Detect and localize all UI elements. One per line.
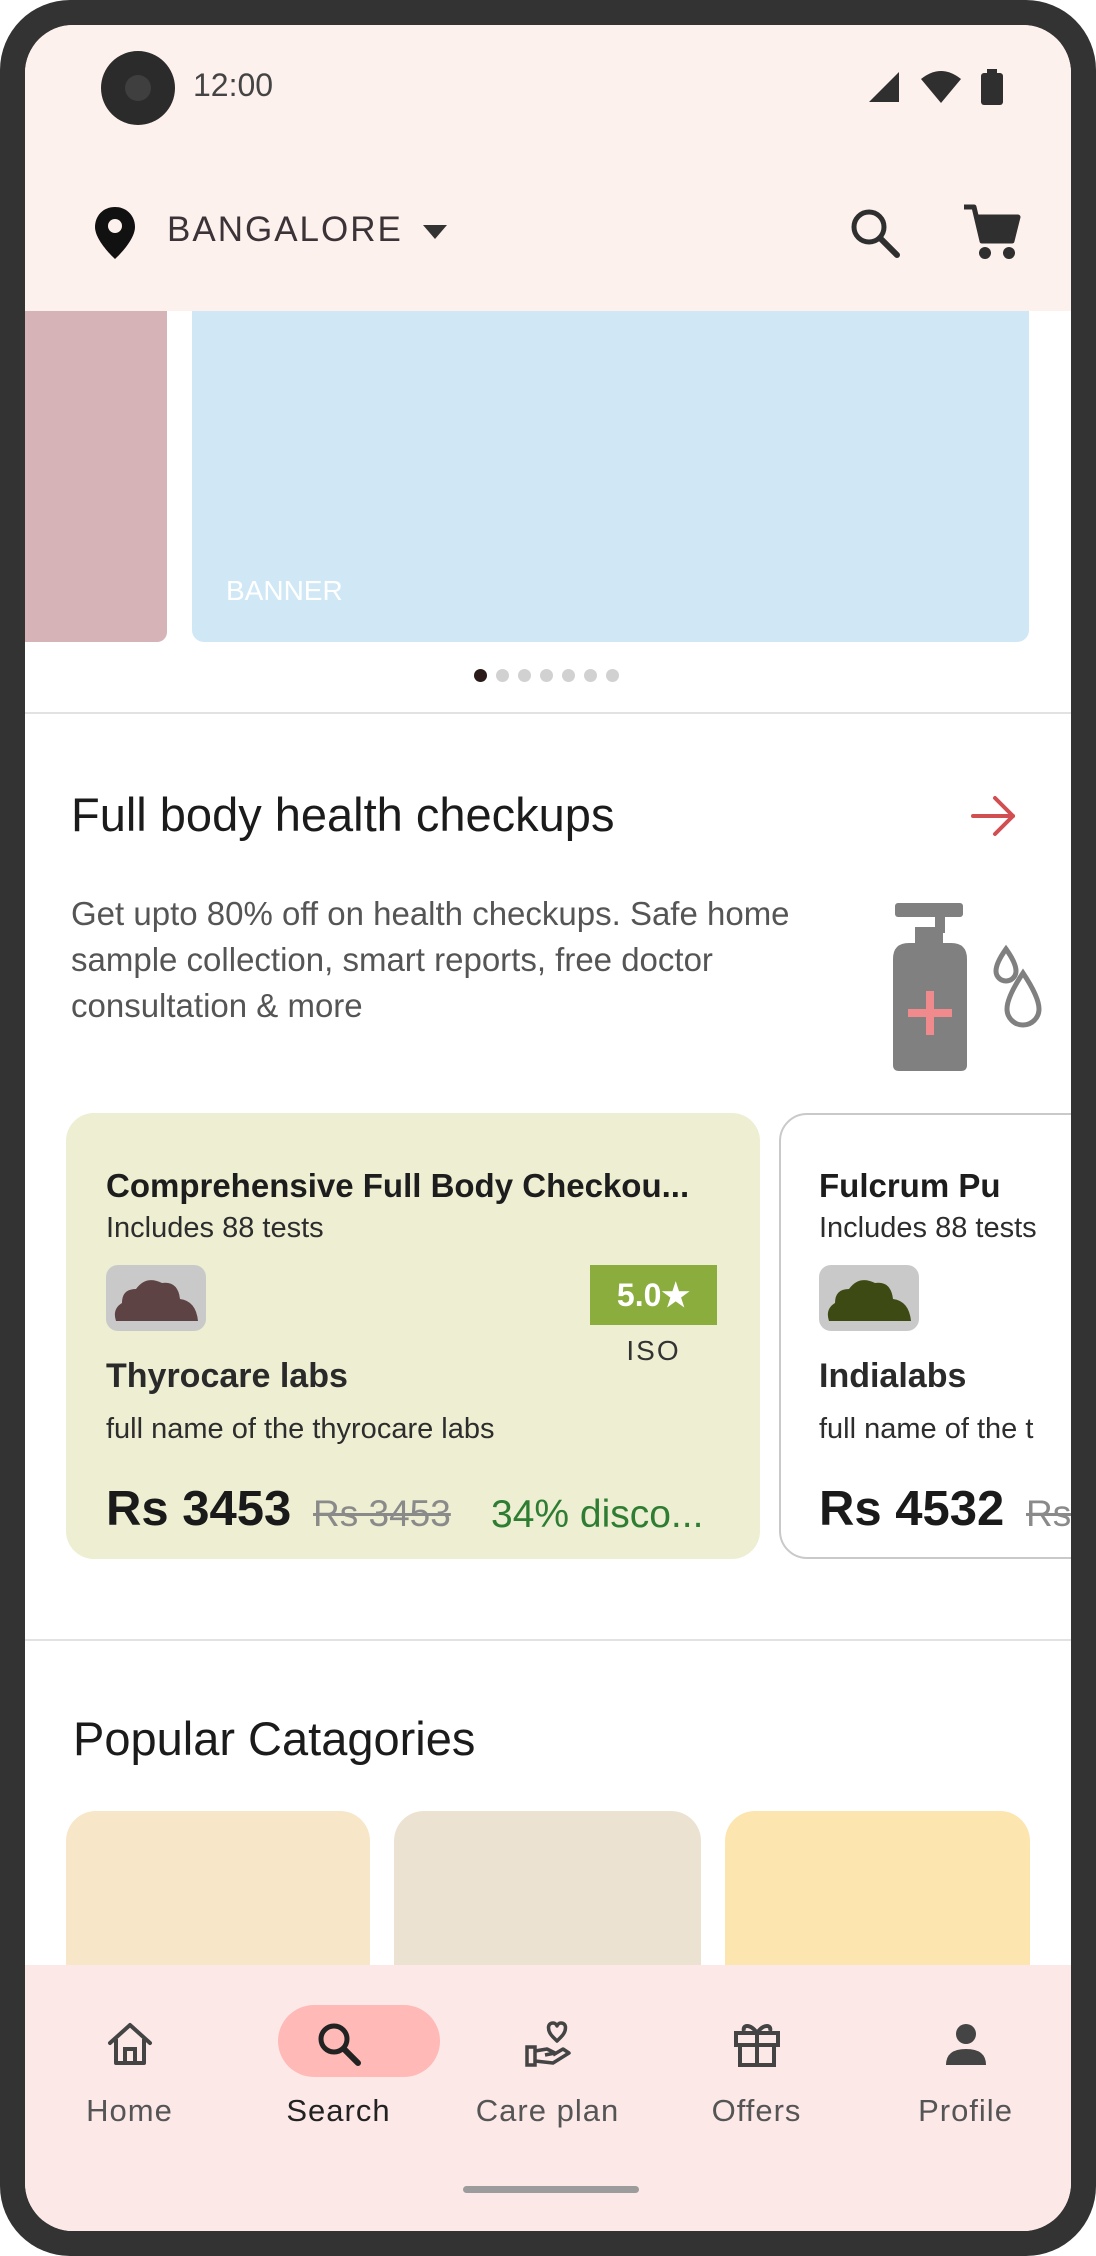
carousel-dot[interactable] [562,669,575,682]
chevron-down-icon[interactable] [421,223,449,241]
app-screen: 12:00 BANGALORE BANNER Full body health … [25,25,1071,2231]
care-plan-icon [524,2021,571,2067]
carousel-dot[interactable] [540,669,553,682]
iso-label: ISO [626,1335,681,1366]
search-icon [318,2023,361,2066]
signal-icon [869,72,899,102]
status-icons [867,65,1003,109]
location-pin-icon[interactable] [93,205,137,261]
promo-banner[interactable]: BANNER [192,311,1029,642]
person-icon [945,2024,986,2065]
section-divider [25,1639,1071,1641]
price: Rs 3453 [106,1482,292,1536]
lab-name: Indialabs [819,1357,967,1395]
carousel-dot[interactable] [518,669,531,682]
nav-profile[interactable]: Profile [861,1965,1070,2128]
card-title: Fulcrum Pu [819,1167,1001,1204]
carousel-dot[interactable] [584,669,597,682]
discount-label: 34% disco... [491,1493,704,1536]
nav-label: Home [86,2093,173,2128]
popular-categories-title: Popular Catagories [73,1712,476,1765]
carousel-dot[interactable] [474,669,487,682]
nav-label: Offers [711,2093,802,2128]
arrow-right-icon[interactable] [969,793,1019,839]
home-icon [107,2023,152,2065]
cloud-icon [827,1280,911,1321]
lab-logo [106,1265,206,1331]
original-price: Rs 3453 [313,1493,451,1534]
nav-search[interactable]: Search [234,1965,443,2128]
front-camera [101,51,175,125]
nav-label: Care plan [475,2093,620,2128]
lab-logo [819,1265,919,1331]
sanitizer-icon [893,903,1042,1071]
checkup-card[interactable]: Comprehensive Full Body Checkou... Inclu… [66,1113,760,1559]
carousel-indicator [474,669,619,682]
nav-label: Search [286,2093,391,2128]
lab-name: Thyrocare labs [106,1357,348,1395]
top-bar: 12:00 BANGALORE [25,25,1071,311]
section-divider [25,712,1071,714]
city-selector[interactable]: BANGALORE [167,210,403,250]
nav-care-plan[interactable]: Care plan [443,1965,652,2128]
banner-label: BANNER [226,575,343,606]
home-indicator[interactable] [463,2186,639,2193]
lab-full-name: full name of the thyrocare labs [106,1413,495,1445]
previous-banner[interactable] [25,311,167,642]
wifi-icon [921,71,961,103]
original-price: Rs [1026,1493,1071,1534]
gift-icon [733,2024,780,2067]
nav-label: Profile [918,2093,1013,2128]
nav-home[interactable]: Home [25,1965,234,2128]
cart-button[interactable] [960,201,1024,265]
search-button[interactable] [845,203,905,263]
price: Rs 4532 [819,1482,1005,1536]
rating-badge: 5.0★ [590,1265,717,1325]
status-time: 12:00 [193,67,274,103]
nav-offers[interactable]: Offers [652,1965,861,2128]
battery-icon [981,69,1003,105]
device-frame: 12:00 BANGALORE BANNER Full body health … [0,0,1096,2256]
card-title: Comprehensive Full Body Checkou... [106,1167,690,1204]
checkup-card[interactable]: Fulcrum Pu Includes 88 tests Indialabs f… [779,1113,1071,1559]
carousel-dot[interactable] [496,669,509,682]
health-checkups-title: Full body health checkups [71,788,615,841]
bottom-navigation: Home Search Care plan Offers Profile [25,1965,1071,2231]
carousel-dot[interactable] [606,669,619,682]
card-test-count: Includes 88 tests [106,1212,324,1244]
card-test-count: Includes 88 tests [819,1212,1037,1244]
health-checkups-description: Get upto 80% off on health checkups. Saf… [71,895,790,1024]
cloud-icon [114,1280,198,1321]
lab-full-name: full name of the t [819,1413,1034,1445]
